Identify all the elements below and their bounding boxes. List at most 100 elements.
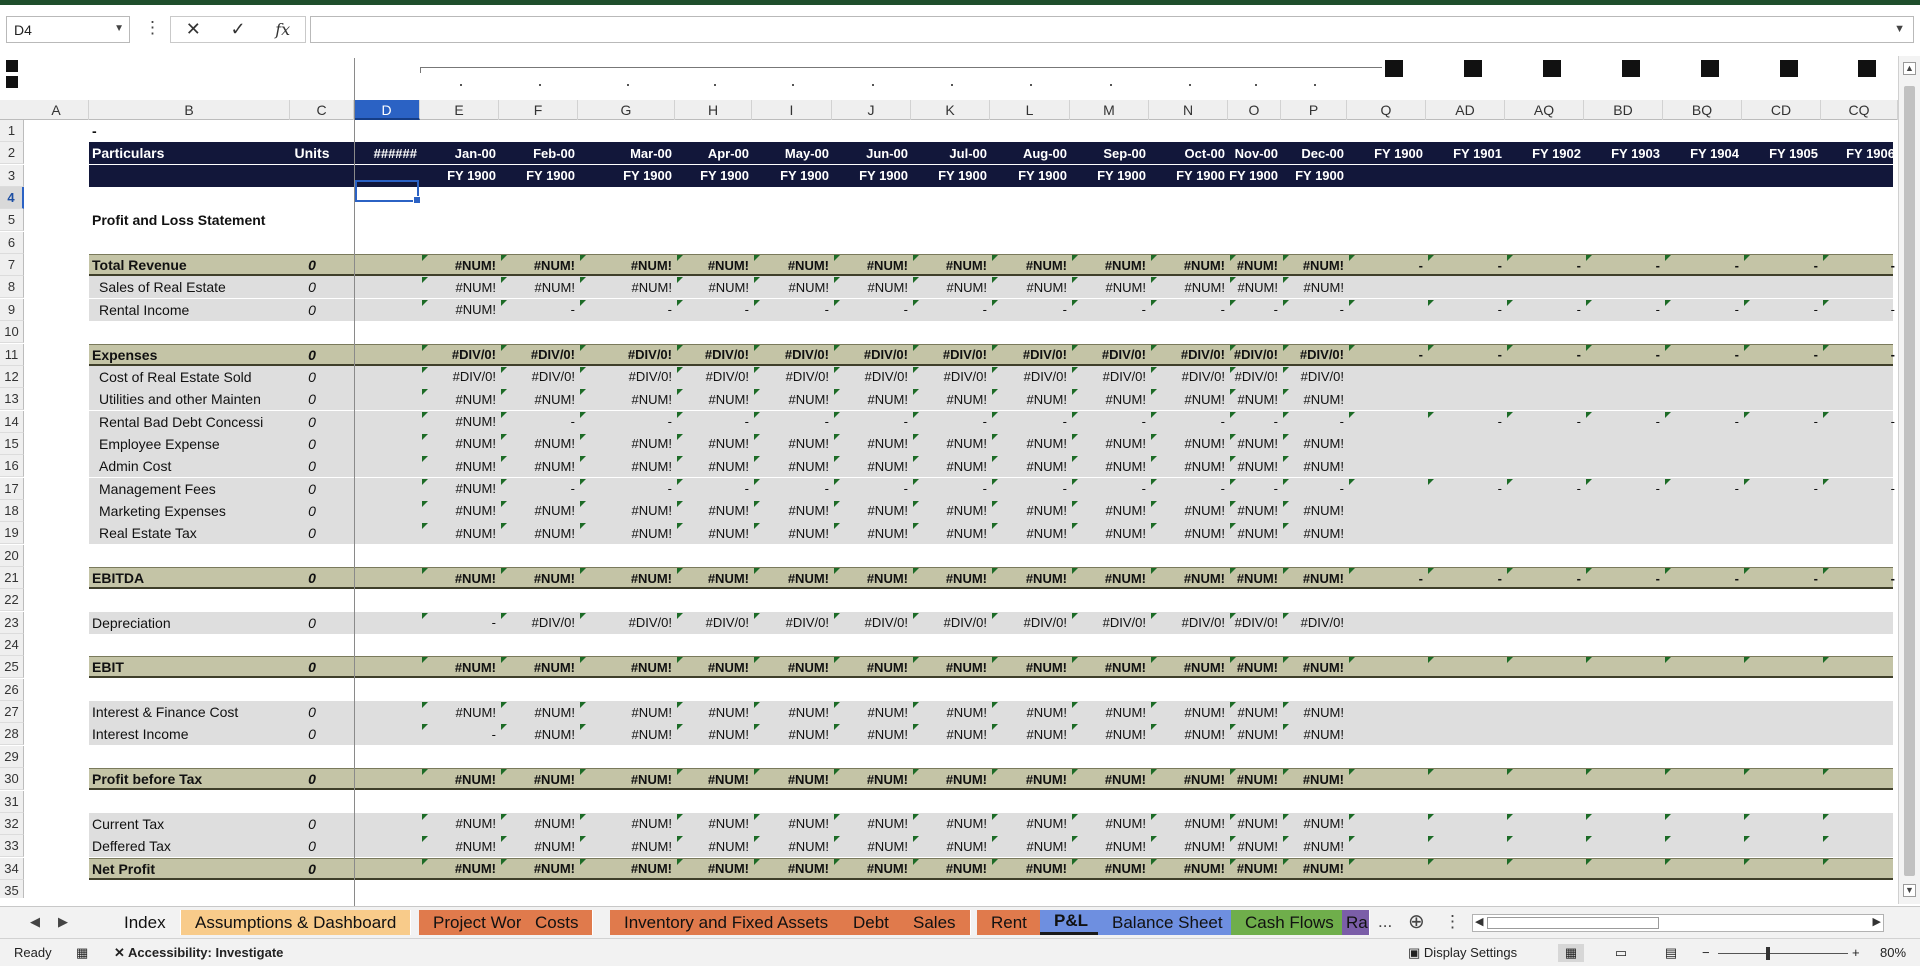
formula-input[interactable]: ▼ [310,16,1914,43]
value-cell[interactable]: #DIV/0! [911,612,990,634]
add-sheet-icon[interactable]: ⊕ [1408,909,1425,934]
value-cell[interactable]: #NUM! [832,835,911,857]
row-header-7[interactable]: 7 [0,254,24,277]
sheet-tab-assumptions-dashboard[interactable]: Assumptions & Dashboard [181,910,412,935]
month-header[interactable]: Nov-00 [1228,142,1281,164]
value-cell[interactable]: #DIV/0! [1070,612,1149,634]
year-value-cell[interactable] [1347,835,1426,857]
value-cell[interactable]: #NUM! [752,567,832,589]
fiscal-year-label[interactable]: FY 1900 [1281,165,1347,187]
value-cell[interactable]: #NUM! [1281,276,1347,298]
fiscal-year-label[interactable]: FY 1900 [578,165,675,187]
year-value-cell[interactable]: - [1584,299,1663,321]
value-cell[interactable]: #NUM! [675,768,752,790]
value-cell[interactable]: #NUM! [1228,500,1281,522]
value-cell[interactable]: #DIV/0! [578,612,675,634]
year-value-cell[interactable]: - [1426,411,1505,433]
outline-collapse-button-5[interactable] [1701,60,1719,77]
month-header[interactable]: May-00 [752,142,832,164]
value-cell[interactable]: #NUM! [752,254,832,276]
value-cell[interactable]: #NUM! [752,500,832,522]
column-header-j[interactable]: J [832,100,911,120]
value-cell[interactable]: #NUM! [499,522,578,544]
value-cell[interactable]: #DIV/0! [1149,612,1228,634]
row-label[interactable]: Depreciation [92,612,292,634]
value-cell[interactable]: #DIV/0! [1149,366,1228,388]
value-cell[interactable]: #NUM! [499,813,578,835]
value-cell[interactable]: #DIV/0! [990,366,1070,388]
value-cell[interactable]: #NUM! [1149,656,1228,678]
value-cell[interactable]: #NUM! [1228,388,1281,410]
value-cell[interactable]: - [420,612,499,634]
value-cell[interactable]: #NUM! [1228,768,1281,790]
column-header-l[interactable]: L [990,100,1070,120]
value-cell[interactable]: #NUM! [752,723,832,745]
year-value-cell[interactable]: - [1505,344,1584,366]
row-label[interactable]: Profit before Tax [92,768,292,790]
sheet-tab-balance-sheet[interactable]: Balance Sheet [1098,910,1238,935]
value-cell[interactable]: - [911,411,990,433]
value-cell[interactable]: #NUM! [1070,858,1149,880]
value-cell[interactable]: #NUM! [990,388,1070,410]
active-cell-d4[interactable] [355,180,421,204]
value-cell[interactable]: #NUM! [1149,276,1228,298]
value-cell[interactable]: #NUM! [752,388,832,410]
row-header-20[interactable]: 20 [0,544,24,567]
value-cell[interactable]: #NUM! [1281,768,1347,790]
row-header-10[interactable]: 10 [0,321,24,344]
value-cell[interactable]: #NUM! [911,500,990,522]
year-header[interactable]: FY 1903 [1584,142,1663,164]
year-header[interactable]: FY 1905 [1742,142,1821,164]
column-header-a[interactable]: A [24,100,89,120]
row-label[interactable]: Admin Cost [99,455,293,477]
value-cell[interactable]: - [990,478,1070,500]
value-cell[interactable]: #NUM! [1070,455,1149,477]
year-value-cell[interactable] [1663,768,1742,790]
value-cell[interactable]: #NUM! [911,835,990,857]
value-cell[interactable]: #NUM! [911,388,990,410]
year-value-cell[interactable]: - [1426,299,1505,321]
value-cell[interactable]: #DIV/0! [832,344,911,366]
tab-prev-icon[interactable]: ◀ [30,914,40,930]
value-cell[interactable]: #NUM! [990,701,1070,723]
value-cell[interactable]: #NUM! [1228,276,1281,298]
unit-cell[interactable]: 0 [292,254,332,276]
value-cell[interactable]: #NUM! [420,478,499,500]
value-cell[interactable]: #NUM! [1281,388,1347,410]
row-header-18[interactable]: 18 [0,499,24,522]
value-cell[interactable]: #NUM! [1149,567,1228,589]
row-header-35[interactable]: 35 [0,879,24,898]
row-header-1[interactable]: 1 [0,120,24,142]
value-cell[interactable]: #NUM! [499,723,578,745]
value-cell[interactable]: #NUM! [911,433,990,455]
value-cell[interactable]: #NUM! [990,522,1070,544]
tab-options-icon[interactable]: ⋮ [1444,912,1461,932]
value-cell[interactable]: #NUM! [420,299,499,321]
year-value-cell[interactable] [1426,858,1505,880]
column-header-d[interactable]: D [354,100,420,120]
value-cell[interactable]: #NUM! [832,813,911,835]
value-cell[interactable]: #NUM! [832,500,911,522]
year-value-cell[interactable] [1426,656,1505,678]
row-header-4[interactable]: 4 [0,187,24,210]
row-header-32[interactable]: 32 [0,812,24,835]
value-cell[interactable]: #NUM! [752,813,832,835]
unit-cell[interactable]: 0 [292,433,332,455]
value-cell[interactable]: #DIV/0! [1070,344,1149,366]
row-header-8[interactable]: 8 [0,276,24,299]
row-header-16[interactable]: 16 [0,455,24,478]
fiscal-year-label[interactable]: FY 1900 [499,165,578,187]
enter-icon[interactable]: ✓ [231,19,246,40]
month-header[interactable]: Sep-00 [1070,142,1149,164]
value-cell[interactable]: #NUM! [1281,433,1347,455]
value-cell[interactable]: #NUM! [675,254,752,276]
value-cell[interactable]: - [675,411,752,433]
row-label[interactable]: Deffered Tax [92,835,292,857]
value-cell[interactable]: - [420,723,499,745]
year-value-cell[interactable] [1505,768,1584,790]
year-value-cell[interactable]: - [1821,344,1898,366]
value-cell[interactable]: #NUM! [1281,500,1347,522]
value-cell[interactable]: #DIV/0! [499,366,578,388]
value-cell[interactable]: #NUM! [832,567,911,589]
year-value-cell[interactable]: - [1821,254,1898,276]
